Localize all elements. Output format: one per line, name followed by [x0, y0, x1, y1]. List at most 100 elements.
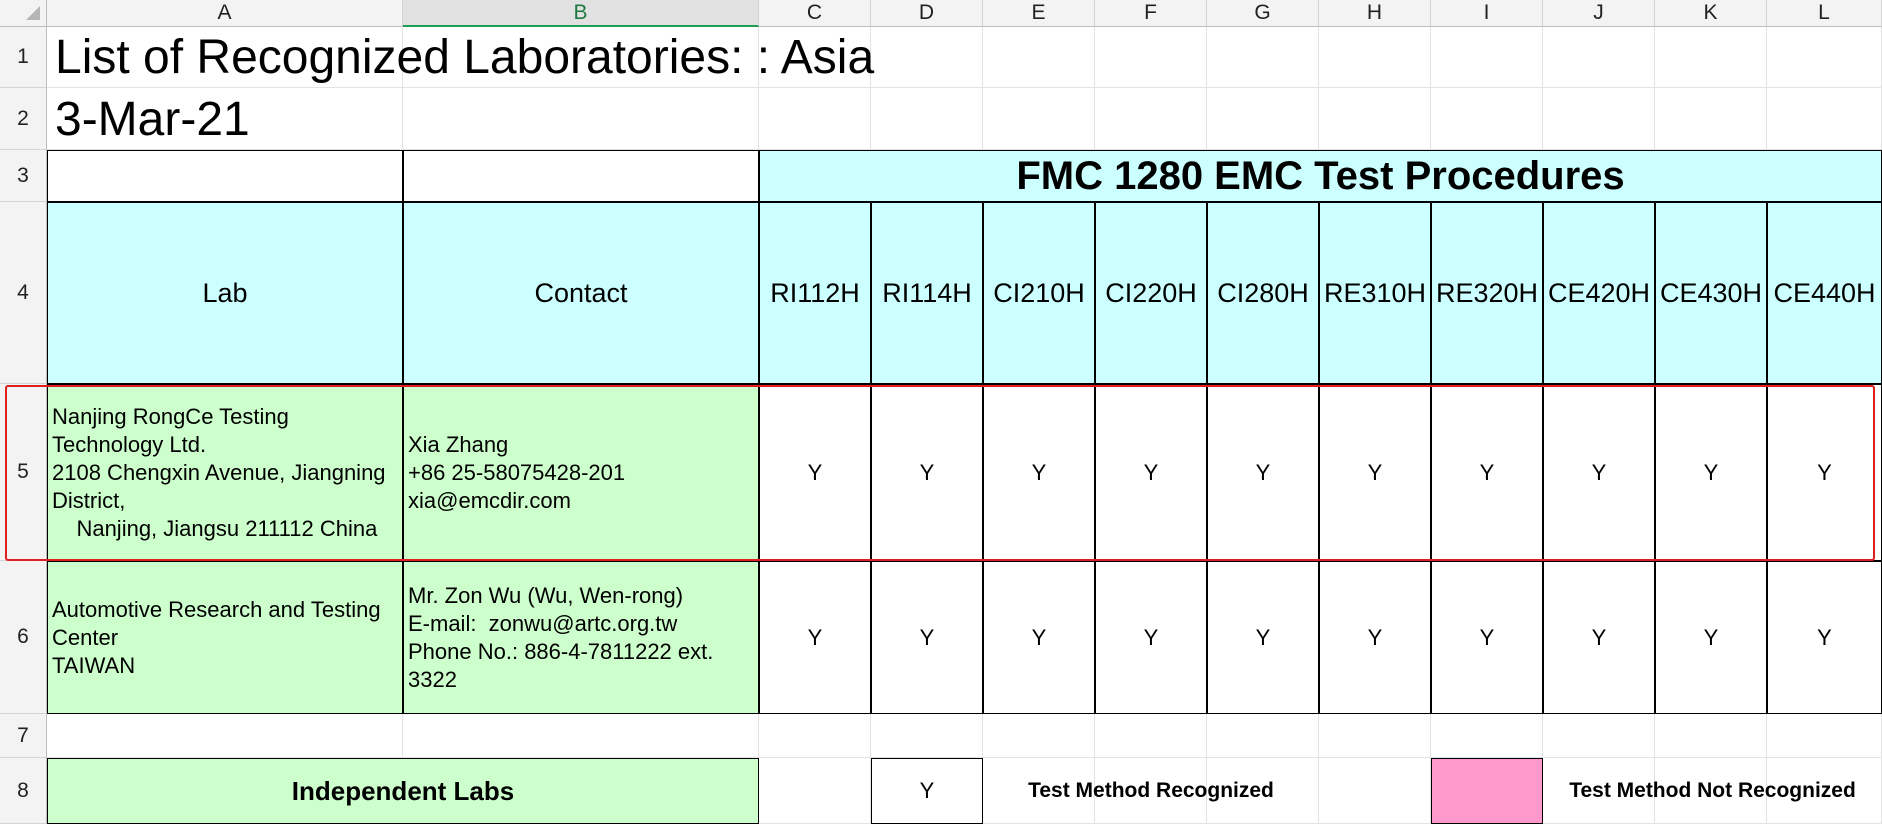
contact-text-line: Phone No.: 886-4-7811222 ext. — [408, 638, 714, 664]
grid-cell[interactable] — [759, 758, 871, 824]
header-lab[interactable]: Lab — [47, 202, 403, 384]
grid-cell[interactable] — [983, 714, 1095, 758]
header-procedure-re310h[interactable]: RE310H — [1319, 202, 1431, 384]
grid-cell[interactable] — [1319, 758, 1431, 824]
grid-cell[interactable] — [403, 714, 759, 758]
row-header-label: 7 — [17, 723, 29, 747]
grid-cell[interactable] — [47, 714, 403, 758]
column-header-f[interactable]: F — [1095, 0, 1207, 27]
row-header-4[interactable]: 4 — [0, 202, 47, 384]
recognized-symbol-box[interactable]: Y — [871, 758, 983, 824]
header-contact[interactable]: Contact — [403, 202, 759, 384]
grid-cell[interactable] — [1319, 27, 1431, 88]
result-cell[interactable]: Y — [1095, 561, 1207, 714]
row-selection-highlight — [5, 385, 1875, 561]
result-cell[interactable]: Y — [1655, 561, 1767, 714]
column-header-label: D — [918, 1, 935, 24]
header-procedure-ci210h[interactable]: CI210H — [983, 202, 1095, 384]
grid-cell[interactable] — [1095, 27, 1207, 88]
column-header-i[interactable]: I — [1431, 0, 1543, 27]
column-header-e[interactable]: E — [983, 0, 1095, 27]
recognized-legend[interactable]: Test Method Recognized — [983, 758, 1319, 824]
result-cell[interactable]: Y — [1207, 561, 1319, 714]
row-header-label: 8 — [17, 778, 29, 802]
grid-cell[interactable] — [759, 714, 871, 758]
row-header-8[interactable]: 8 — [0, 758, 47, 824]
grid-cell[interactable] — [1543, 88, 1655, 150]
contact-text-line: 3322 — [408, 666, 457, 692]
grid-cell[interactable] — [1431, 88, 1543, 150]
select-all-icon — [26, 6, 40, 20]
section-header-text: FMC 1280 EMC Test Procedures — [1016, 153, 1625, 198]
grid-cell[interactable] — [1767, 27, 1882, 88]
grid-cell[interactable] — [759, 88, 871, 150]
grid-cell[interactable] — [871, 88, 983, 150]
result-cell[interactable]: Y — [871, 561, 983, 714]
header-procedure-ce440h[interactable]: CE440H — [1767, 202, 1882, 384]
column-header-b[interactable]: B — [403, 0, 759, 27]
grid-cell[interactable] — [1095, 88, 1207, 150]
select-all-corner[interactable] — [0, 0, 47, 27]
header-procedure-ce420h[interactable]: CE420H — [1543, 202, 1655, 384]
column-header-d[interactable]: D — [871, 0, 983, 27]
header-procedure-re320h[interactable]: RE320H — [1431, 202, 1543, 384]
blank-cell-b3[interactable] — [403, 150, 759, 202]
grid-cell[interactable] — [1207, 88, 1319, 150]
result-value: Y — [1143, 624, 1159, 650]
result-cell[interactable]: Y — [983, 561, 1095, 714]
sheet-title[interactable]: List of Recognized Laboratories: : Asia — [55, 27, 955, 88]
header-procedure-ci220h[interactable]: CI220H — [1095, 202, 1207, 384]
row-header-1[interactable]: 1 — [0, 27, 47, 88]
contact-cell[interactable]: Mr. Zon Wu (Wu, Wen-rong) E-mail: zonwu@a… — [403, 561, 759, 714]
not-recognized-legend[interactable]: Test Method Not Recognized — [1543, 758, 1882, 824]
blank-cell-a3[interactable] — [47, 150, 403, 202]
grid-cell[interactable] — [1543, 714, 1655, 758]
result-cell[interactable]: Y — [759, 561, 871, 714]
row-header-2[interactable]: 2 — [0, 88, 47, 150]
header-procedure-ri112h[interactable]: RI112H — [759, 202, 871, 384]
column-header-c[interactable]: C — [759, 0, 871, 27]
header-procedure-ri114h[interactable]: RI114H — [871, 202, 983, 384]
column-header-j[interactable]: J — [1543, 0, 1655, 27]
grid-cell[interactable] — [1319, 714, 1431, 758]
grid-cell[interactable] — [1767, 88, 1882, 150]
result-cell[interactable]: Y — [1319, 561, 1431, 714]
independent-labs-legend[interactable]: Independent Labs — [47, 758, 759, 824]
column-header-k[interactable]: K — [1655, 0, 1767, 27]
grid-cell[interactable] — [983, 27, 1095, 88]
row-header-label: 3 — [17, 163, 29, 187]
lab-cell[interactable]: Automotive Research and Testing Center TAI… — [47, 561, 403, 714]
grid-cell[interactable] — [1207, 714, 1319, 758]
grid-cell[interactable] — [1655, 714, 1767, 758]
grid-cell[interactable] — [1767, 714, 1882, 758]
grid-cell[interactable] — [1431, 714, 1543, 758]
grid-cell[interactable] — [1655, 88, 1767, 150]
grid-cell[interactable] — [1319, 88, 1431, 150]
row-header-6[interactable]: 6 — [0, 561, 47, 714]
not-recognized-swatch[interactable] — [1431, 758, 1543, 824]
recognized-label: Test Method Recognized — [1028, 779, 1274, 802]
column-header-l[interactable]: L — [1767, 0, 1882, 27]
grid-cell[interactable] — [1543, 27, 1655, 88]
result-cell[interactable]: Y — [1543, 561, 1655, 714]
grid-cell[interactable] — [871, 714, 983, 758]
header-procedure-ci280h[interactable]: CI280H — [1207, 202, 1319, 384]
column-header-h[interactable]: H — [1319, 0, 1431, 27]
section-header[interactable]: FMC 1280 EMC Test Procedures — [759, 150, 1882, 202]
row-header-label: 2 — [17, 106, 29, 130]
grid-cell[interactable] — [983, 88, 1095, 150]
column-header-g[interactable]: G — [1207, 0, 1319, 27]
column-header-a[interactable]: A — [47, 0, 403, 27]
grid-cell[interactable] — [1431, 27, 1543, 88]
grid-cell[interactable] — [1207, 27, 1319, 88]
result-cell[interactable]: Y — [1767, 561, 1882, 714]
sheet-date[interactable]: 3-Mar-21 — [55, 88, 455, 150]
header-procedure-ce430h[interactable]: CE430H — [1655, 202, 1767, 384]
row-header-3[interactable]: 3 — [0, 150, 47, 202]
grid-cell[interactable] — [403, 88, 759, 150]
grid-cell[interactable] — [1095, 714, 1207, 758]
row-header-7[interactable]: 7 — [0, 714, 47, 758]
result-cell[interactable]: Y — [1431, 561, 1543, 714]
grid-cell[interactable] — [1655, 27, 1767, 88]
column-header-label: F — [1144, 1, 1157, 24]
